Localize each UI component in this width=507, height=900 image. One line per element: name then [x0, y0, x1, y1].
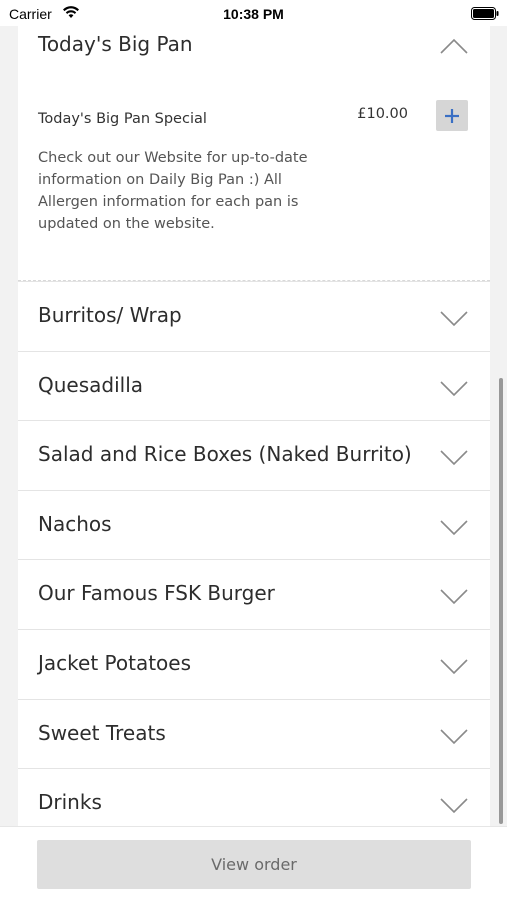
section-title: Burritos/ Wrap [38, 303, 182, 327]
menu-item-description: Check out our Website for up-to-date inf… [38, 150, 308, 232]
section-title: Jacket Potatoes [38, 650, 192, 675]
menu-item-price: £10.00 [357, 106, 408, 122]
section-title: Sweet Treats [38, 720, 166, 745]
chevron-down-icon [440, 659, 468, 675]
chevron-down-icon [440, 589, 468, 605]
section-title: Nachos [38, 511, 112, 536]
battery-icon [471, 7, 499, 20]
view-order-button[interactable]: View order [37, 840, 471, 889]
section-nachos[interactable]: Nachos [18, 489, 490, 560]
chevron-down-icon [440, 798, 468, 814]
plus-icon [445, 108, 459, 123]
chevron-down-icon [440, 520, 468, 535]
section-title: Quesadilla [38, 372, 144, 397]
status-time: 10:38 PM [223, 6, 284, 22]
section-title[interactable]: Today's Big Pan [38, 32, 193, 56]
app-screen: Carrier 10:38 PM Today's Big Pan Today's… [0, 0, 507, 900]
section-sweet-treats[interactable]: Sweet Treats [18, 698, 490, 769]
chevron-down-icon [440, 381, 468, 396]
chevron-down-icon [440, 450, 468, 466]
scrollbar[interactable] [499, 378, 503, 824]
section-title: Our Famous FSK Burger [38, 581, 275, 606]
section-jacket-potatoes[interactable]: Jacket Potatoes [18, 628, 490, 699]
bottom-bar: View order [0, 826, 507, 900]
section-burritos-wrap[interactable]: Burritos/ Wrap [18, 281, 490, 351]
section-title: Drinks [38, 790, 102, 815]
add-to-order-button[interactable] [436, 100, 468, 131]
menu-list[interactable]: Today's Big Pan Today's Big Pan Special … [18, 26, 490, 826]
menu-item-name: Today's Big Pan Special [38, 111, 207, 127]
chevron-down-icon [440, 311, 468, 327]
chevron-down-icon [440, 728, 468, 744]
chevron-up-icon[interactable] [440, 38, 468, 54]
section-title: Salad and Rice Boxes (Naked Burrito) [38, 442, 412, 467]
status-bar: Carrier 10:38 PM [0, 0, 507, 26]
section-drinks[interactable]: Drinks [18, 768, 490, 826]
section-fsk-burger[interactable]: Our Famous FSK Burger [18, 559, 490, 629]
section-todays-big-pan: Today's Big Pan Today's Big Pan Special … [18, 26, 490, 281]
section-salad-rice-boxes[interactable]: Salad and Rice Boxes (Naked Burrito) [18, 420, 490, 490]
section-quesadilla[interactable]: Quesadilla [18, 350, 490, 421]
